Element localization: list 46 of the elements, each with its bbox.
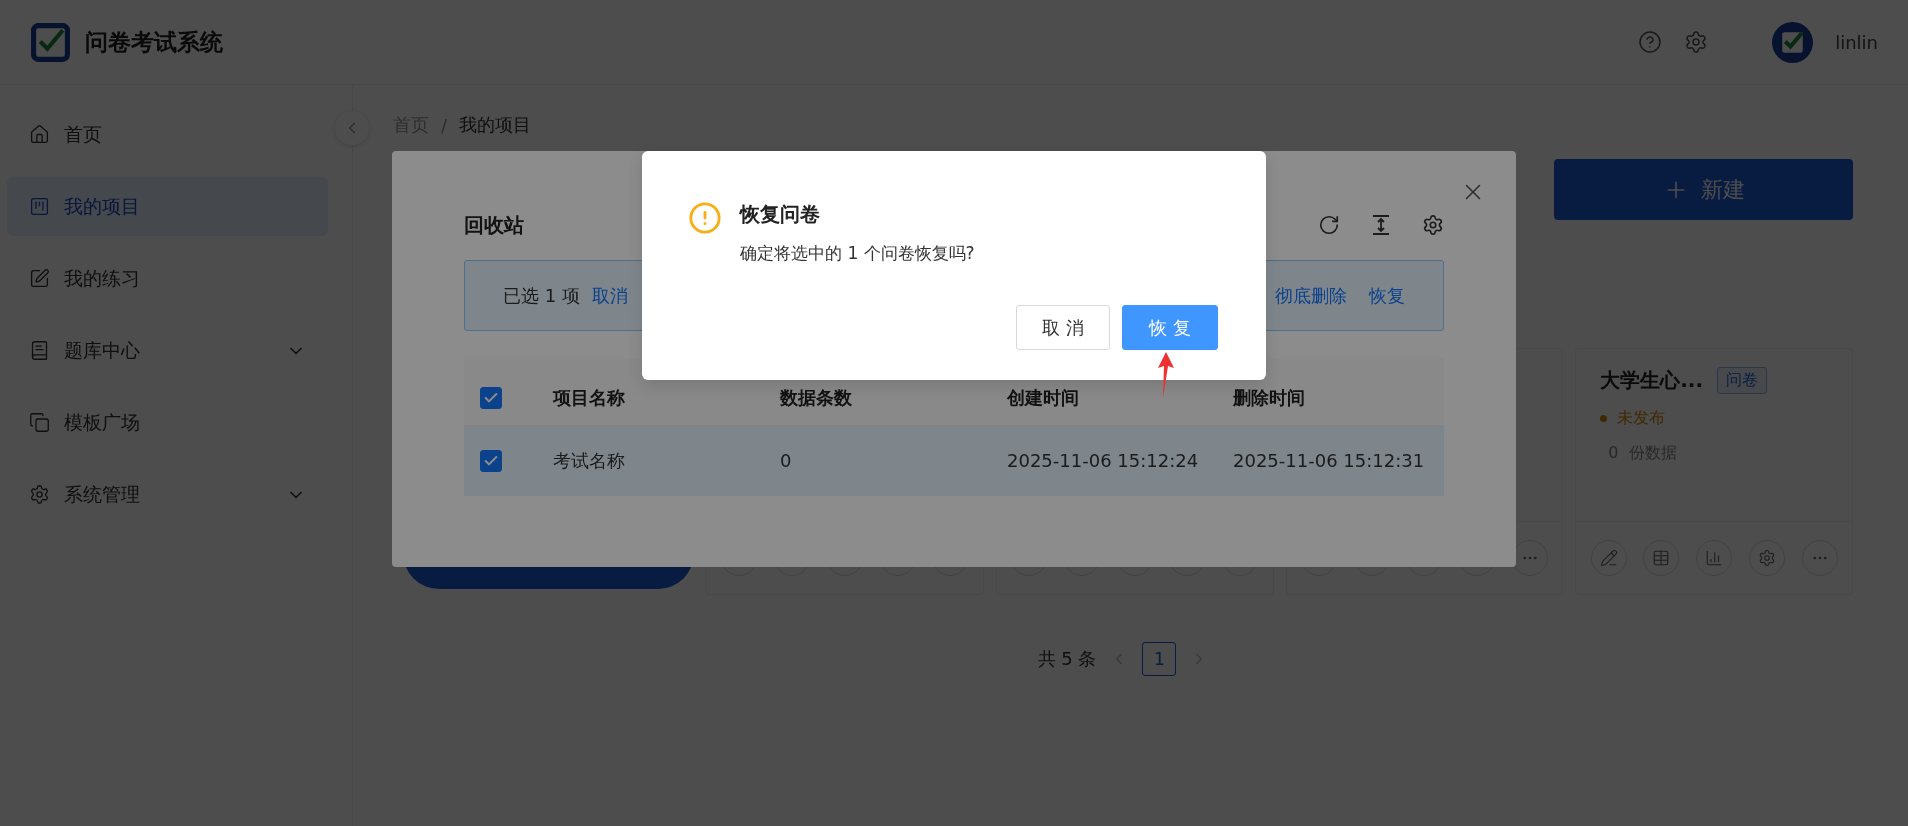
row-checkbox[interactable] (480, 449, 502, 472)
sidebar-item[interactable]: 模板广场 (7, 393, 328, 452)
sidebar-item[interactable]: 我的练习 (7, 249, 328, 308)
board-icon (29, 196, 50, 217)
action-link[interactable]: 彻底删除 (1275, 283, 1347, 308)
warning-icon (688, 201, 722, 235)
page-button[interactable]: 1 (1142, 642, 1177, 676)
cancel-link[interactable]: 取消 (591, 283, 628, 308)
help-icon[interactable] (1638, 30, 1663, 54)
settings-icon[interactable] (1422, 214, 1444, 236)
table-cell: 2025-11-06 15:12:24 (991, 426, 1217, 496)
book-icon (29, 340, 50, 361)
logo-icon (30, 21, 71, 63)
action-link[interactable]: 恢复 (1369, 283, 1405, 308)
sidebar-item[interactable]: 系统管理 (7, 465, 328, 524)
select-all-checkbox[interactable] (480, 386, 502, 409)
settings-icon (29, 484, 50, 505)
breadcrumb-separator: / (441, 114, 448, 136)
status-label: 未发布 (1600, 408, 1828, 429)
collapse-button[interactable] (335, 111, 369, 145)
sidebar-item[interactable]: 首页 (7, 105, 328, 164)
dialog-title: 回收站 (464, 211, 524, 239)
pages-icon (29, 412, 50, 433)
refresh-icon[interactable] (1318, 214, 1340, 236)
pointer-arrow (1157, 352, 1175, 398)
breadcrumb-item[interactable]: 我的项目 (459, 113, 532, 137)
sidebar-item[interactable]: 我的项目 (7, 177, 328, 236)
user-name[interactable]: linlin (1835, 31, 1878, 53)
table-cell: 2025-11-06 15:12:31 (1217, 426, 1444, 496)
row-height-icon[interactable] (1370, 214, 1392, 236)
new-button[interactable]: 新建 (1554, 159, 1853, 220)
sidebar-item[interactable]: 题库中心 (7, 321, 328, 380)
total-count: 共 5 条 (1037, 647, 1097, 671)
home-icon (29, 124, 50, 145)
avatar[interactable] (1772, 21, 1814, 63)
app-title: 问卷考试系统 (85, 27, 223, 57)
cancel-button[interactable]: 取 消 (1016, 305, 1110, 350)
type-tag: 问卷 (1717, 367, 1768, 394)
card-title: 大学生心... (1600, 367, 1704, 394)
confirm-title: 恢复问卷 (740, 201, 821, 228)
table-cell: 0 (764, 426, 991, 496)
table-cell: 考试名称 (537, 426, 764, 496)
selection-count: 已选 1 项 (503, 283, 580, 308)
confirm-message: 确定将选中的 1 个问卷恢复吗? (740, 242, 975, 265)
restore-button[interactable]: 恢 复 (1122, 305, 1218, 350)
edit-icon (29, 268, 50, 289)
